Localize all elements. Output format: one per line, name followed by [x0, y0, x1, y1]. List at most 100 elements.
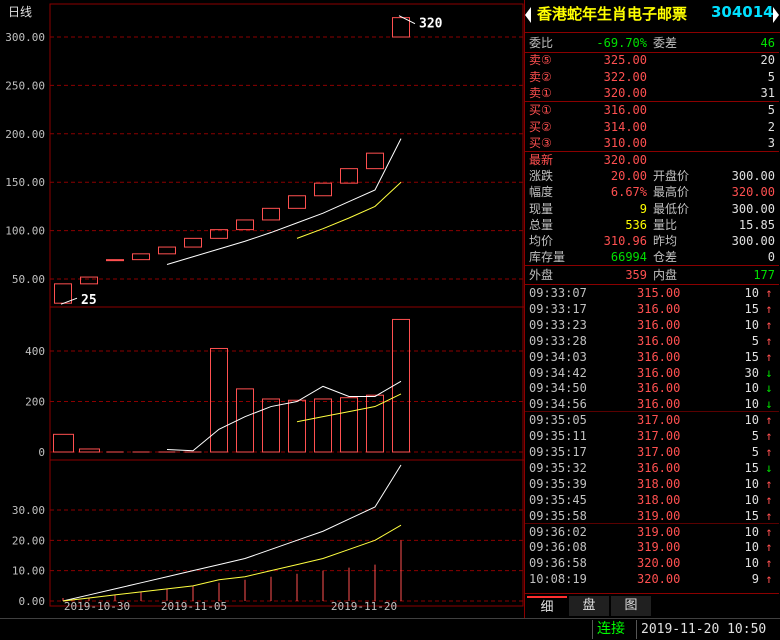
quote-value-2: 300.00 [731, 234, 775, 248]
inner-value: 177 [753, 268, 775, 282]
quote-label-2: 量比 [653, 217, 678, 232]
quote-value-2: 0 [767, 250, 775, 265]
date-tick-label: 2019-11-20 [331, 600, 397, 613]
outer-label: 外盘 [529, 268, 554, 282]
arrow-down-icon: ↓ [765, 365, 773, 380]
order-label: 卖⑤ [529, 53, 552, 67]
chart-frame [49, 3, 524, 607]
tick-volume: 10 [744, 286, 759, 300]
quote-value-2: 320.00 [731, 185, 775, 200]
tick-row: 09:35:17 317.00 5 ↑ [525, 444, 779, 460]
tick-time: 09:34:56 [529, 397, 587, 412]
tick-time: 10:08:19 [529, 572, 587, 587]
panel-tabs: 细 盘 图 [525, 593, 779, 618]
quote-label-2: 昨均 [653, 234, 678, 248]
arrow-up-icon: ↑ [765, 556, 773, 571]
prev-stock-arrow-icon[interactable] [525, 7, 531, 23]
tick-time: 09:35:39 [529, 476, 587, 491]
quote-value: 536 [625, 217, 647, 232]
tick-volume: 10 [744, 317, 759, 332]
tick-price: 320.00 [637, 556, 681, 571]
order-row: 卖② 322.00 5 [525, 69, 779, 85]
indicator-tick-label: 0.00 [19, 595, 46, 608]
quote-value: 66994 [610, 250, 647, 265]
quote-label: 总量 [529, 217, 554, 232]
quote-label: 库存量 [529, 250, 566, 265]
tick-price: 316.00 [637, 460, 681, 475]
arrow-up-icon: ↑ [765, 333, 773, 348]
status-datetime: 2019-11-20 10:50 [636, 620, 770, 639]
order-row: 买③ 310.00 3 [525, 135, 779, 151]
volume-bar [314, 398, 332, 453]
quote-value: 20.00 [610, 169, 647, 184]
quote-label-2: 最低价 [653, 201, 690, 216]
order-volume: 20 [760, 53, 775, 67]
tick-price: 316.00 [637, 301, 681, 316]
tick-row: 09:34:03 316.00 15 ↑ [525, 349, 779, 365]
arrow-up-icon: ↑ [765, 286, 773, 300]
next-stock-arrow-icon[interactable] [773, 7, 779, 23]
tick-volume: 5 [751, 445, 759, 459]
price-tick-label: 100.00 [5, 225, 45, 238]
tick-volume: 15 [744, 301, 759, 316]
volume-ma-white [166, 380, 402, 452]
price-ma-yellow [296, 181, 402, 239]
tick-row: 09:34:42 316.00 30 ↓ [525, 365, 779, 381]
connection-status[interactable]: 连接 [592, 620, 629, 639]
quote-label: 涨跌 [529, 169, 554, 184]
tick-row: 09:34:56 316.00 10 ↓ [525, 396, 779, 412]
kline-chart-area[interactable]: 300.00 250.00 200.00 150.00 100.00 50.00 日线 400… [0, 0, 524, 618]
tick-price: 316.00 [637, 365, 681, 380]
tick-price: 315.00 [637, 286, 681, 300]
tab-chart[interactable]: 图 [611, 596, 651, 616]
quote-row: 均价 310.96 昨均 300.00 [525, 233, 779, 249]
low-label: 25 [81, 293, 97, 308]
price-tick-label: 200.00 [5, 128, 45, 141]
tick-time: 09:33:28 [529, 333, 587, 348]
date-tick-label: 2019-10-30 [64, 600, 130, 613]
date-tick-label: 2019-11-05 [161, 600, 227, 613]
tick-row: 09:33:07 315.00 10 ↑ [525, 285, 779, 301]
order-row: 买① 316.00 5 [525, 102, 779, 118]
tick-price: 318.00 [637, 492, 681, 507]
candle [340, 168, 358, 184]
kline-chart[interactable]: 300.00250.00200.00150.00100.0050.00日线400… [0, 0, 524, 618]
price-tick-label: 150.00 [5, 176, 45, 189]
tick-volume: 10 [744, 413, 759, 428]
volume-bar [236, 388, 254, 453]
indicator-tick-label: 30.00 [12, 504, 45, 517]
outer-value: 359 [625, 268, 647, 282]
tick-time: 09:35:58 [529, 508, 587, 523]
tick-volume: 15 [744, 460, 759, 475]
outer-inner-row: 外盘 359 内盘 177 [525, 267, 779, 283]
volume-bar [340, 397, 358, 453]
tick-price: 316.00 [637, 333, 681, 348]
candle [366, 152, 384, 170]
tab-orderbook[interactable]: 盘 [569, 596, 609, 616]
tick-time: 09:34:03 [529, 349, 587, 364]
tick-volume: 15 [744, 349, 759, 364]
tick-volume: 5 [751, 429, 759, 444]
tick-price: 317.00 [637, 429, 681, 444]
order-price: 325.00 [603, 53, 647, 67]
weibi-row: 委比 -69.70% 委差 46 [525, 35, 779, 51]
quote-row: 总量 536 量比 15.85 [525, 217, 779, 233]
tick-row: 09:33:28 316.00 5 ↑ [525, 333, 779, 349]
tick-row: 09:36:58 320.00 10 ↑ [525, 555, 779, 571]
quote-label-2: 开盘价 [653, 169, 690, 184]
arrow-up-icon: ↑ [765, 540, 773, 555]
arrow-up-icon: ↑ [765, 492, 773, 507]
quote-row: 现量 9 最低价 300.00 [525, 201, 779, 217]
quote-label: 现量 [529, 201, 554, 216]
order-volume: 2 [767, 119, 775, 134]
tick-row: 09:35:39 318.00 10 ↑ [525, 476, 779, 492]
quote-label: 最新 [529, 153, 554, 167]
order-volume: 5 [767, 103, 775, 117]
tick-price: 316.00 [637, 397, 681, 412]
order-volume: 5 [767, 69, 775, 84]
tab-detail[interactable]: 细 [527, 596, 567, 618]
tick-time: 09:36:02 [529, 524, 587, 539]
volume-bar [79, 448, 100, 453]
tick-time: 09:36:58 [529, 556, 587, 571]
tick-price: 319.00 [637, 540, 681, 555]
